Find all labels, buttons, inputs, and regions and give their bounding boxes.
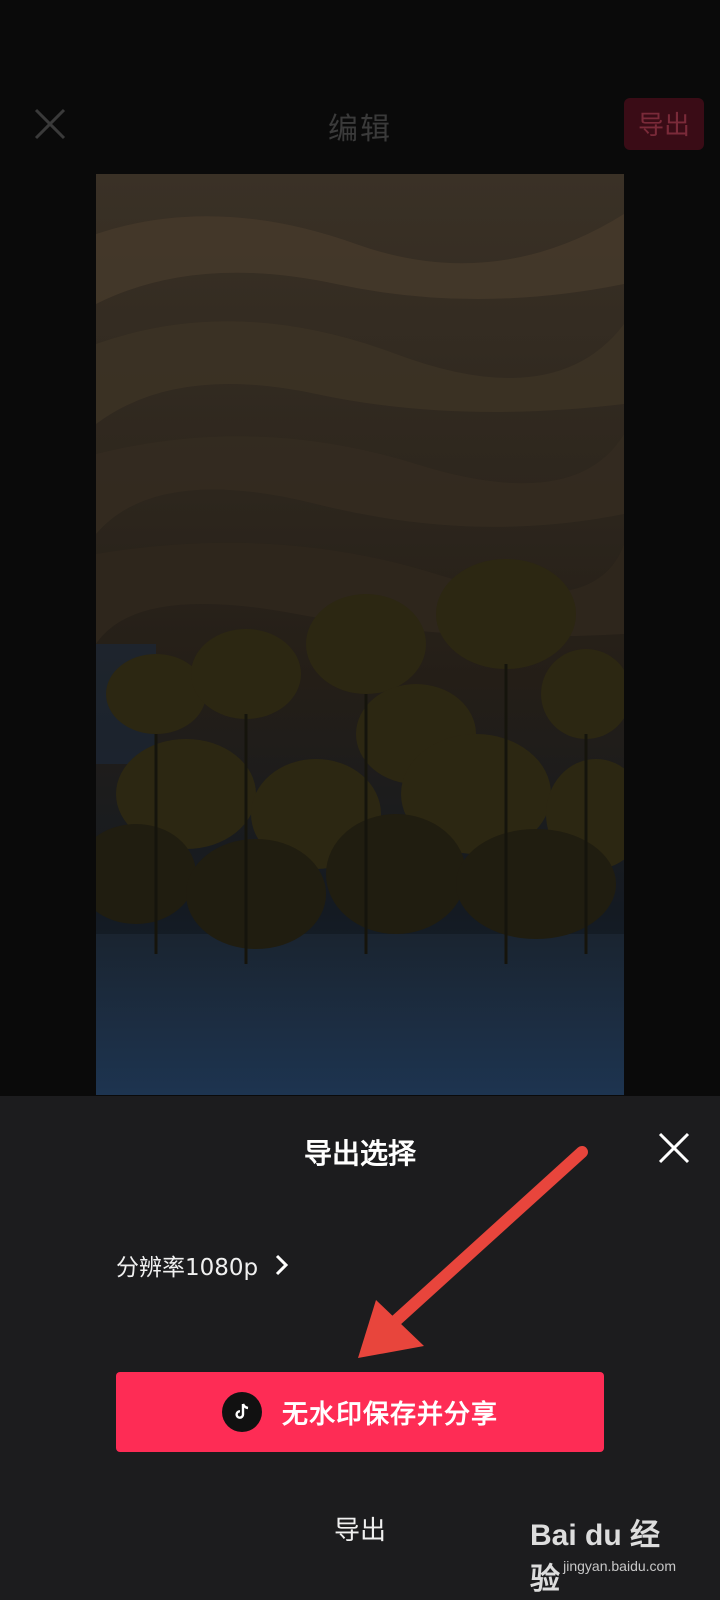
tiktok-icon bbox=[221, 1392, 262, 1432]
top-bar: 编辑 导出 bbox=[0, 90, 720, 160]
watermark-url: jingyan.baidu.com bbox=[563, 1558, 676, 1574]
page-title: 编辑 bbox=[328, 112, 392, 147]
video-preview bbox=[96, 174, 624, 1095]
watermark-logo: Bai du 经验 bbox=[530, 1519, 661, 1596]
top-export-button[interactable]: 导出 bbox=[624, 98, 704, 150]
desert-landscape-image bbox=[96, 174, 624, 1095]
chevron-right-icon bbox=[276, 1254, 289, 1276]
close-icon[interactable] bbox=[656, 1130, 692, 1166]
export-screen: 编辑 导出 导出选择 分辨率1080p 无水印保存并分享 导出 Bai du 经… bbox=[0, 0, 720, 1600]
sheet-title: 导出选择 bbox=[303, 1137, 416, 1170]
save-and-share-button[interactable]: 无水印保存并分享 bbox=[116, 1372, 604, 1452]
save-and-share-label: 无水印保存并分享 bbox=[281, 1399, 498, 1430]
baidu-watermark: Bai du 经验 jingyan.baidu.com bbox=[530, 1500, 680, 1596]
resolution-label: 分辨率1080p bbox=[116, 1255, 259, 1281]
resolution-selector[interactable]: 分辨率1080p bbox=[116, 1248, 290, 1282]
